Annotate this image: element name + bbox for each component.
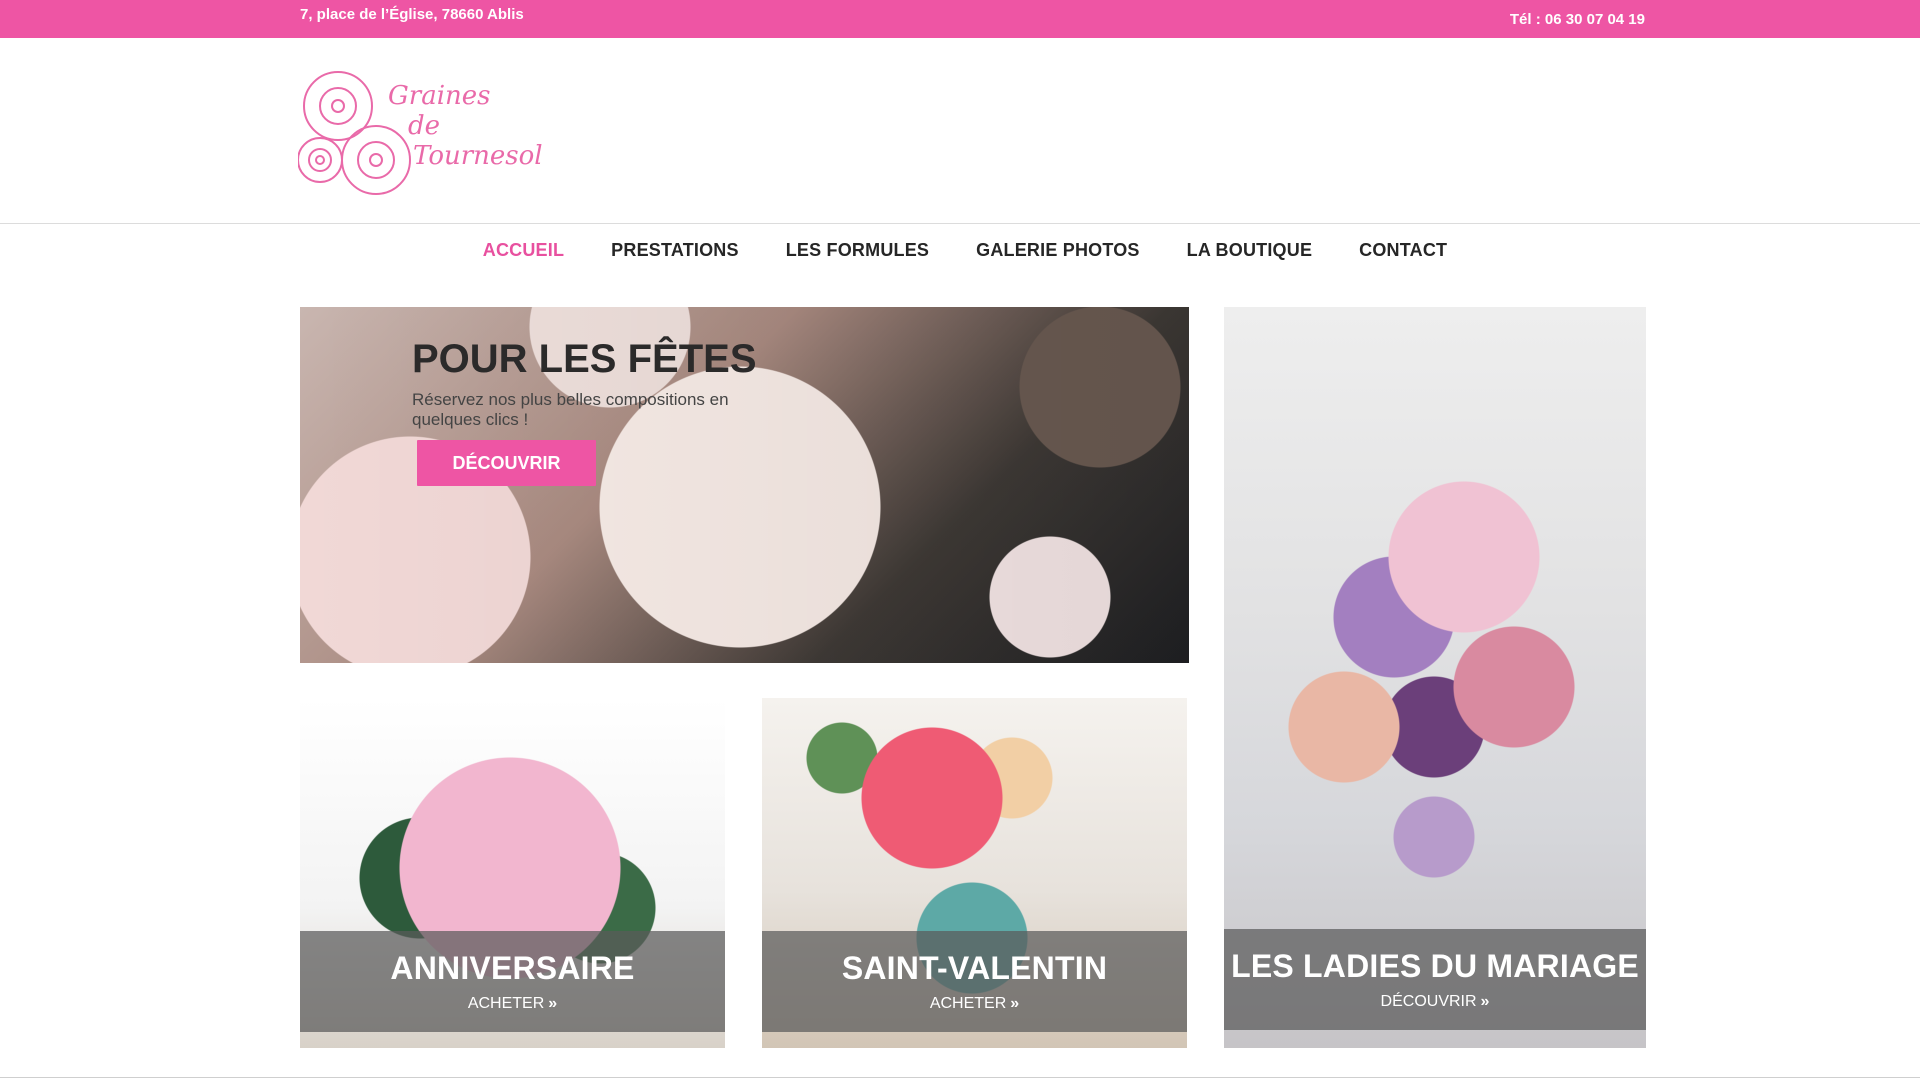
header: Graines de Tournesol	[0, 38, 1920, 224]
card-cta[interactable]: ACHETER»	[930, 995, 1019, 1013]
double-chevron-right-icon: »	[548, 995, 558, 1012]
card-ladies-du-mariage[interactable]: LES LADIES DU MARIAGE DÉCOUVRIR»	[1224, 307, 1646, 1048]
card-saint-valentin[interactable]: SAINT-VALENTIN ACHETER»	[762, 698, 1187, 1048]
address: 7, place de l’Église, 78660 Ablis	[300, 6, 524, 23]
card-caption: SAINT-VALENTIN ACHETER»	[762, 931, 1187, 1032]
phone-number[interactable]: Tél : 06 30 07 04 19	[1510, 11, 1645, 28]
card-title: SAINT-VALENTIN	[841, 950, 1108, 986]
nav-les-formules[interactable]: LES FORMULES	[786, 240, 929, 261]
nav-prestations[interactable]: PRESTATIONS	[611, 240, 739, 261]
logo[interactable]: Graines de Tournesol	[298, 68, 548, 198]
card-cta-label: DÉCOUVRIR	[1380, 993, 1477, 1010]
card-caption: LES LADIES DU MARIAGE DÉCOUVRIR»	[1224, 929, 1646, 1030]
card-caption: ANNIVERSAIRE ACHETER»	[300, 931, 725, 1032]
logo-text-1: Graines	[388, 81, 491, 111]
hero-discover-button[interactable]: DÉCOUVRIR	[417, 440, 596, 486]
nav-accueil[interactable]: ACCUEIL	[483, 240, 564, 261]
logo-text-2: de	[408, 111, 441, 141]
nav-contact[interactable]: CONTACT	[1359, 240, 1447, 261]
hero-banner: POUR LES FÊTES Réservez nos plus belles …	[300, 307, 1189, 663]
nav-galerie-photos[interactable]: GALERIE PHOTOS	[976, 240, 1140, 261]
double-chevron-right-icon: »	[1010, 995, 1020, 1012]
card-title: ANNIVERSAIRE	[390, 950, 635, 986]
card-anniversaire[interactable]: ANNIVERSAIRE ACHETER»	[300, 698, 725, 1048]
logo-text-3: Tournesol	[413, 141, 543, 171]
card-cta-label: ACHETER	[467, 995, 545, 1012]
nav-la-boutique[interactable]: LA BOUTIQUE	[1187, 240, 1313, 261]
card-cta-label: ACHETER	[929, 995, 1007, 1012]
main-nav: ACCUEIL PRESTATIONS LES FORMULES GALERIE…	[0, 240, 1920, 292]
card-title: LES LADIES DU MARIAGE	[1231, 948, 1639, 984]
hero-text: Réservez nos plus belles compositions en…	[412, 390, 729, 429]
top-bar: 7, place de l’Église, 78660 Ablis Tél : …	[0, 0, 1920, 38]
card-cta[interactable]: ACHETER»	[468, 995, 557, 1013]
hero-title: POUR LES FÊTES	[412, 337, 757, 381]
double-chevron-right-icon: »	[1480, 993, 1490, 1010]
card-cta[interactable]: DÉCOUVRIR»	[1381, 993, 1490, 1011]
